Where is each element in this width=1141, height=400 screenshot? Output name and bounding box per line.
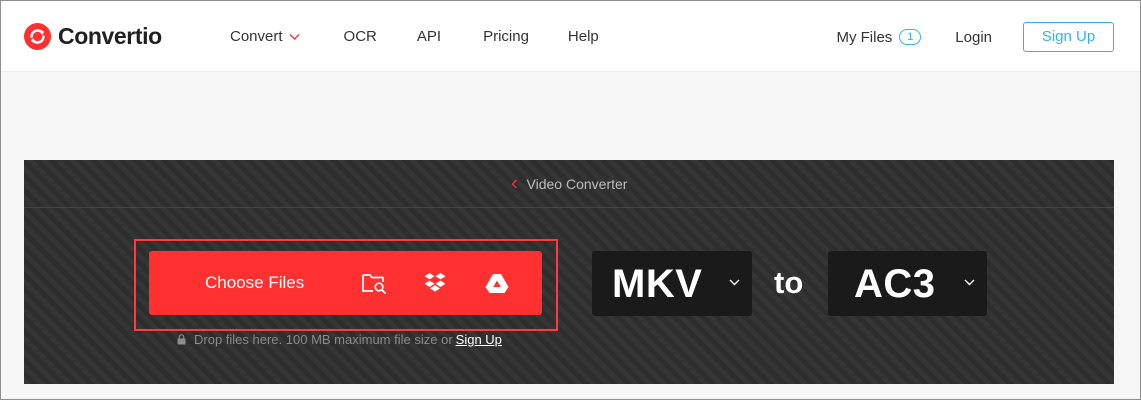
nav-help[interactable]: Help	[568, 28, 599, 46]
my-files-link[interactable]: My Files 1	[836, 28, 922, 46]
to-label: to	[774, 265, 804, 300]
breadcrumb-video-converter[interactable]: Video Converter	[511, 175, 628, 192]
site-header: Convertio Convert OCR API Pricing Help M…	[0, 0, 1141, 72]
choose-files-button[interactable]: Choose Files	[149, 251, 542, 315]
upload-hint-text: Drop files here. 100 MB maximum file siz…	[194, 332, 453, 347]
account-nav: My Files 1 Login Sign Up	[836, 22, 1114, 52]
converter-panel: Video Converter Choose Files Drop files …	[24, 160, 1114, 384]
nav-help-label: Help	[567, 28, 599, 45]
nav-api-label: API	[416, 28, 442, 45]
upload-hint: Drop files here. 100 MB maximum file siz…	[177, 332, 502, 347]
convertio-logo[interactable]: Convertio	[24, 23, 162, 50]
nav-pricing-label: Pricing	[483, 28, 529, 45]
source-format-value: MKV	[612, 262, 703, 306]
folder-search-icon[interactable]	[361, 271, 387, 295]
source-format-select[interactable]: MKV	[592, 251, 752, 316]
hint-sign-up-link[interactable]: Sign Up	[456, 332, 502, 347]
my-files-count-badge: 1	[899, 29, 922, 45]
sign-up-button[interactable]: Sign Up	[1023, 22, 1114, 52]
chevron-left-icon	[511, 179, 517, 188]
chevron-down-icon	[289, 34, 300, 40]
breadcrumb: Video Converter	[24, 160, 1114, 208]
nav-convert-label: Convert	[230, 28, 283, 45]
my-files-label: My Files	[836, 28, 893, 46]
nav-api[interactable]: API	[417, 28, 441, 46]
dropbox-icon[interactable]	[422, 271, 448, 295]
target-format-select[interactable]: AC3	[828, 251, 987, 316]
convertio-logo-icon	[24, 23, 51, 50]
brand-name: Convertio	[58, 23, 162, 49]
target-format-value: AC3	[854, 262, 936, 306]
lock-icon	[177, 334, 186, 345]
chevron-down-icon	[964, 279, 975, 286]
nav-pricing[interactable]: Pricing	[483, 28, 529, 46]
choose-files-label: Choose Files	[205, 273, 305, 292]
google-drive-icon[interactable]	[484, 271, 510, 295]
breadcrumb-label: Video Converter	[526, 175, 628, 192]
nav-ocr[interactable]: OCR	[344, 28, 377, 46]
chevron-down-icon	[729, 279, 740, 286]
login-link[interactable]: Login	[955, 29, 992, 46]
nav-convert[interactable]: Convert	[230, 28, 300, 46]
main-nav: Convert OCR API Pricing Help	[230, 28, 599, 46]
nav-ocr-label: OCR	[343, 28, 377, 45]
